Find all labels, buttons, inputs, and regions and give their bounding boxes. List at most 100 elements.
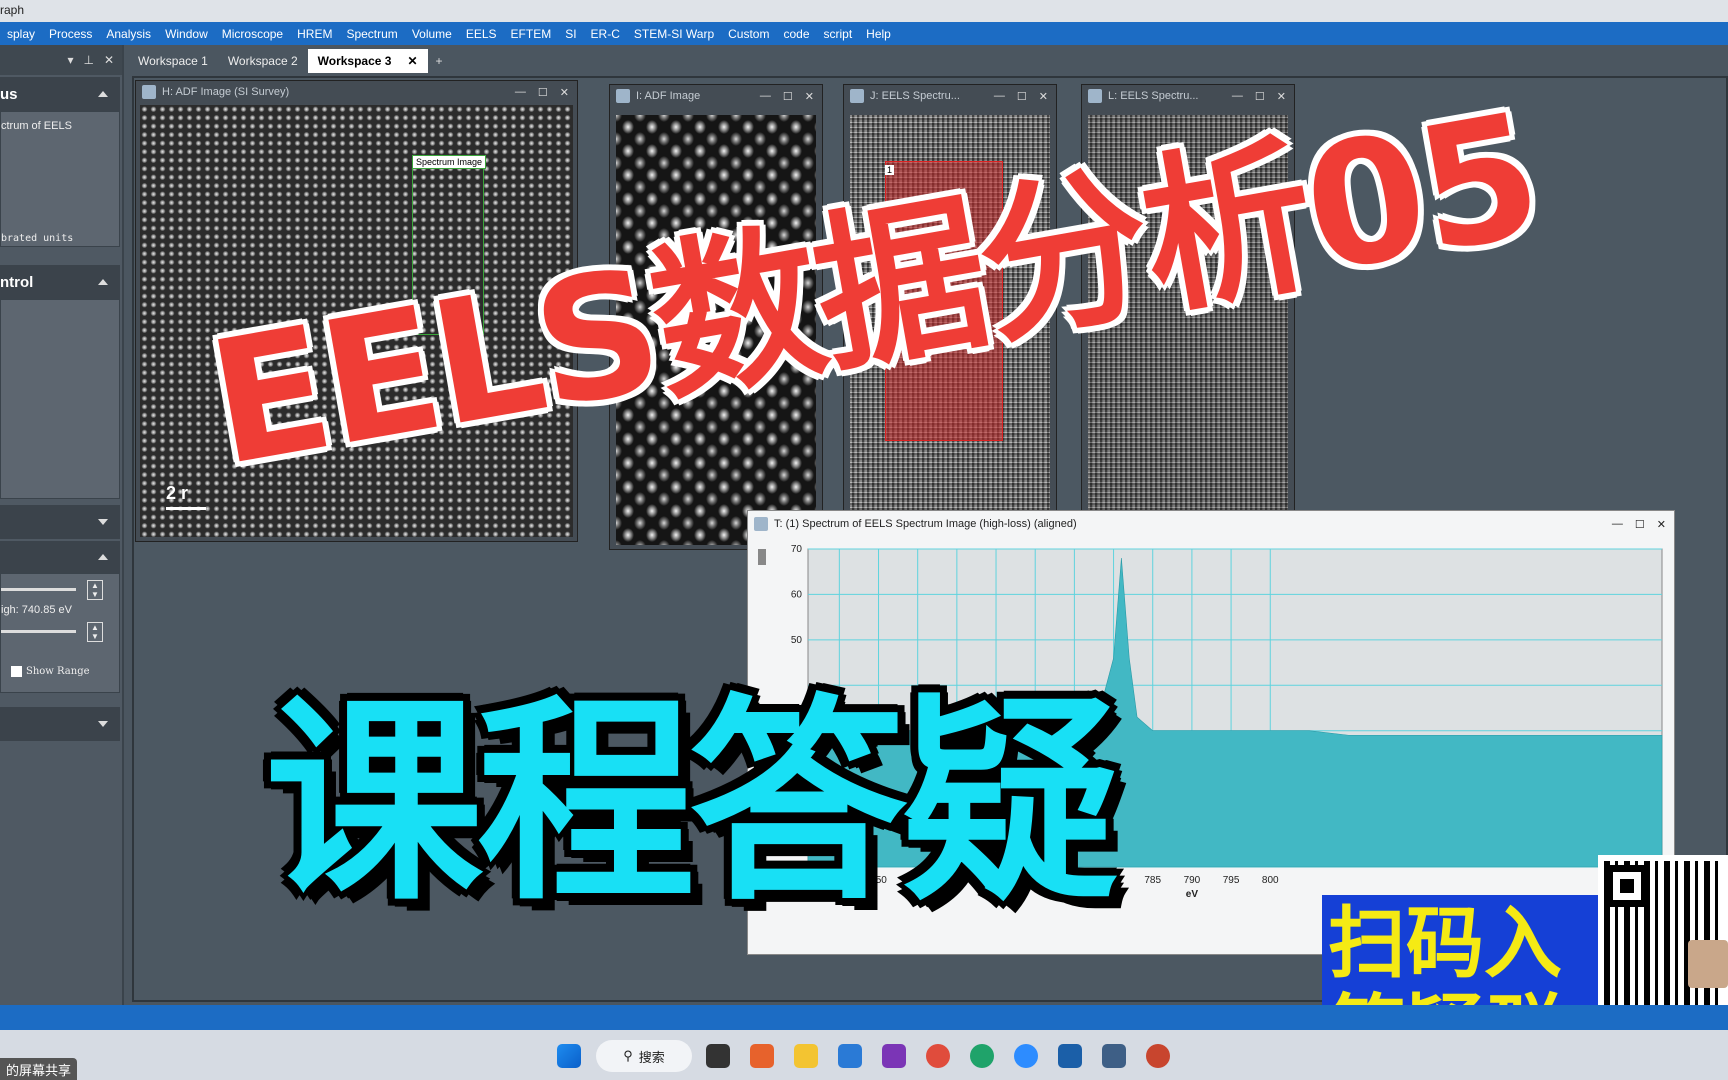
collapse-icon[interactable] (98, 554, 108, 560)
section-collapsed-1[interactable] (0, 505, 120, 539)
image-window-icon (1088, 89, 1102, 103)
section-collapsed-2[interactable] (0, 707, 120, 741)
tab-workspace-3[interactable]: Workspace 3 ✕ (307, 49, 428, 73)
menu-window[interactable]: Window (158, 27, 215, 41)
menu-custom[interactable]: Custom (721, 27, 776, 41)
digital-micrograph-icon[interactable] (1102, 1044, 1126, 1068)
range-slider-high[interactable] (1, 630, 76, 633)
collapse-icon[interactable] (98, 279, 108, 285)
status-bar (0, 1005, 1728, 1030)
x-tick-label: 800 (1262, 875, 1279, 886)
panel-close-icon[interactable]: ✕ (104, 53, 114, 67)
powerpoint-icon[interactable] (1146, 1044, 1170, 1068)
stepper-low[interactable]: ▲ ▼ (87, 580, 103, 600)
close-icon[interactable]: ✕ (1657, 518, 1666, 531)
menu-si[interactable]: SI (558, 27, 583, 41)
minimize-icon[interactable]: — (515, 86, 526, 99)
maximize-icon[interactable]: ☐ (1017, 90, 1027, 103)
menu-spectrum[interactable]: Spectrum (339, 27, 404, 41)
status-item: ctrum of EELS (1, 120, 72, 132)
window-title-bar[interactable]: T: (1) Spectrum of EELS Spectrum Image (… (748, 511, 1674, 537)
section-range-header[interactable] (0, 541, 120, 573)
expand-icon[interactable] (98, 519, 108, 525)
menu-eels[interactable]: EELS (459, 27, 504, 41)
scale-bar (166, 507, 206, 510)
menu-process[interactable]: Process (42, 27, 99, 41)
menu-bar: splay Process Analysis Window Microscope… (0, 22, 1728, 45)
section-control-header[interactable]: ntrol (0, 265, 120, 299)
add-tab-button[interactable]: + (428, 49, 451, 73)
show-range-option[interactable]: Show Range (11, 666, 90, 677)
task-view-icon[interactable] (706, 1044, 730, 1068)
close-tab-icon[interactable]: ✕ (407, 54, 417, 68)
edge-icon[interactable] (970, 1044, 994, 1068)
minimize-icon[interactable]: — (760, 90, 771, 103)
matlab-icon[interactable] (750, 1044, 774, 1068)
onenote-icon[interactable] (882, 1044, 906, 1068)
taskbar-search[interactable]: ⚲ 搜索 (596, 1040, 692, 1072)
close-icon[interactable]: ✕ (805, 90, 814, 103)
pin-icon[interactable]: ⊥ (83, 53, 93, 67)
left-panel: ▾ ⊥ ✕ us ctrum of EELS brated units ntro… (0, 45, 124, 1005)
qr-finder-top-left (1606, 865, 1648, 907)
range-high-label: igh: 740.85 eV (1, 604, 72, 616)
window-title-bar[interactable]: I: ADF Image — ☐ ✕ (610, 85, 822, 107)
minimize-icon[interactable]: — (994, 90, 1005, 103)
plot-scroll-handle (758, 549, 766, 565)
chrome-icon[interactable] (926, 1044, 950, 1068)
workspace-tabs: Workspace 1 Workspace 2 Workspace 3 ✕ + (128, 47, 451, 73)
app-title-bar: raph (0, 0, 1728, 22)
close-icon[interactable]: ✕ (560, 86, 569, 99)
menu-display[interactable]: splay (0, 27, 42, 41)
menu-er-c[interactable]: ER-C (584, 27, 627, 41)
close-icon[interactable]: ✕ (1039, 90, 1048, 103)
menu-hrem[interactable]: HREM (290, 27, 339, 41)
range-slider-low[interactable] (1, 588, 76, 591)
panel-menu-icon[interactable]: ▾ (67, 53, 73, 67)
maximize-icon[interactable]: ☐ (783, 90, 793, 103)
collapse-icon[interactable] (98, 91, 108, 97)
minimize-icon[interactable]: — (1612, 518, 1623, 531)
window-title-bar[interactable]: J: EELS Spectru... — ☐ ✕ (844, 85, 1056, 107)
tab-workspace-1[interactable]: Workspace 1 (128, 49, 218, 73)
qr-caption-line-1: 扫码入 (1328, 898, 1563, 989)
section-status-body: ctrum of EELS brated units (0, 111, 120, 247)
tab-workspace-2[interactable]: Workspace 2 (218, 49, 308, 73)
zoom-icon[interactable] (1014, 1044, 1038, 1068)
app-title: raph (0, 3, 25, 17)
taskbar (0, 1030, 1728, 1080)
image-window-icon (850, 89, 864, 103)
presenter-avatar (1688, 940, 1728, 988)
menu-stem-si-warp[interactable]: STEM-SI Warp (627, 27, 721, 41)
expand-icon[interactable] (98, 721, 108, 727)
y-tick-label: 70 (791, 544, 803, 555)
image-window-icon (616, 89, 630, 103)
menu-help[interactable]: Help (859, 27, 898, 41)
section-status-header[interactable]: us (0, 77, 120, 111)
maximize-icon[interactable]: ☐ (1635, 518, 1645, 531)
units-label: brated units (1, 233, 74, 244)
windows-start-icon[interactable] (557, 1044, 581, 1068)
window-title-bar[interactable]: H: ADF Image (SI Survey) — ☐ ✕ (136, 81, 577, 103)
overlay-title-cyan: 课程答疑 (265, 677, 1119, 930)
roi-label: Spectrum Image (412, 155, 487, 169)
file-explorer-icon[interactable] (794, 1044, 818, 1068)
image-window-icon (142, 85, 156, 99)
stepper-high[interactable]: ▲ ▼ (87, 622, 103, 642)
x-tick-label: 785 (1144, 875, 1161, 886)
menu-analysis[interactable]: Analysis (99, 27, 158, 41)
x-tick-label: 790 (1184, 875, 1201, 886)
menu-code[interactable]: code (776, 27, 816, 41)
menu-script[interactable]: script (817, 27, 860, 41)
show-range-checkbox[interactable] (11, 666, 22, 677)
x-axis-label: eV (1186, 889, 1199, 900)
scale-bar-label: 2 r (166, 483, 189, 503)
menu-eftem[interactable]: EFTEM (504, 27, 559, 41)
spectrum-window-icon (754, 517, 768, 531)
menu-microscope[interactable]: Microscope (215, 27, 290, 41)
y-tick-label: 60 (791, 589, 803, 600)
maximize-icon[interactable]: ☐ (538, 86, 548, 99)
mail-icon[interactable] (838, 1044, 862, 1068)
photos-icon[interactable] (1058, 1044, 1082, 1068)
menu-volume[interactable]: Volume (405, 27, 459, 41)
